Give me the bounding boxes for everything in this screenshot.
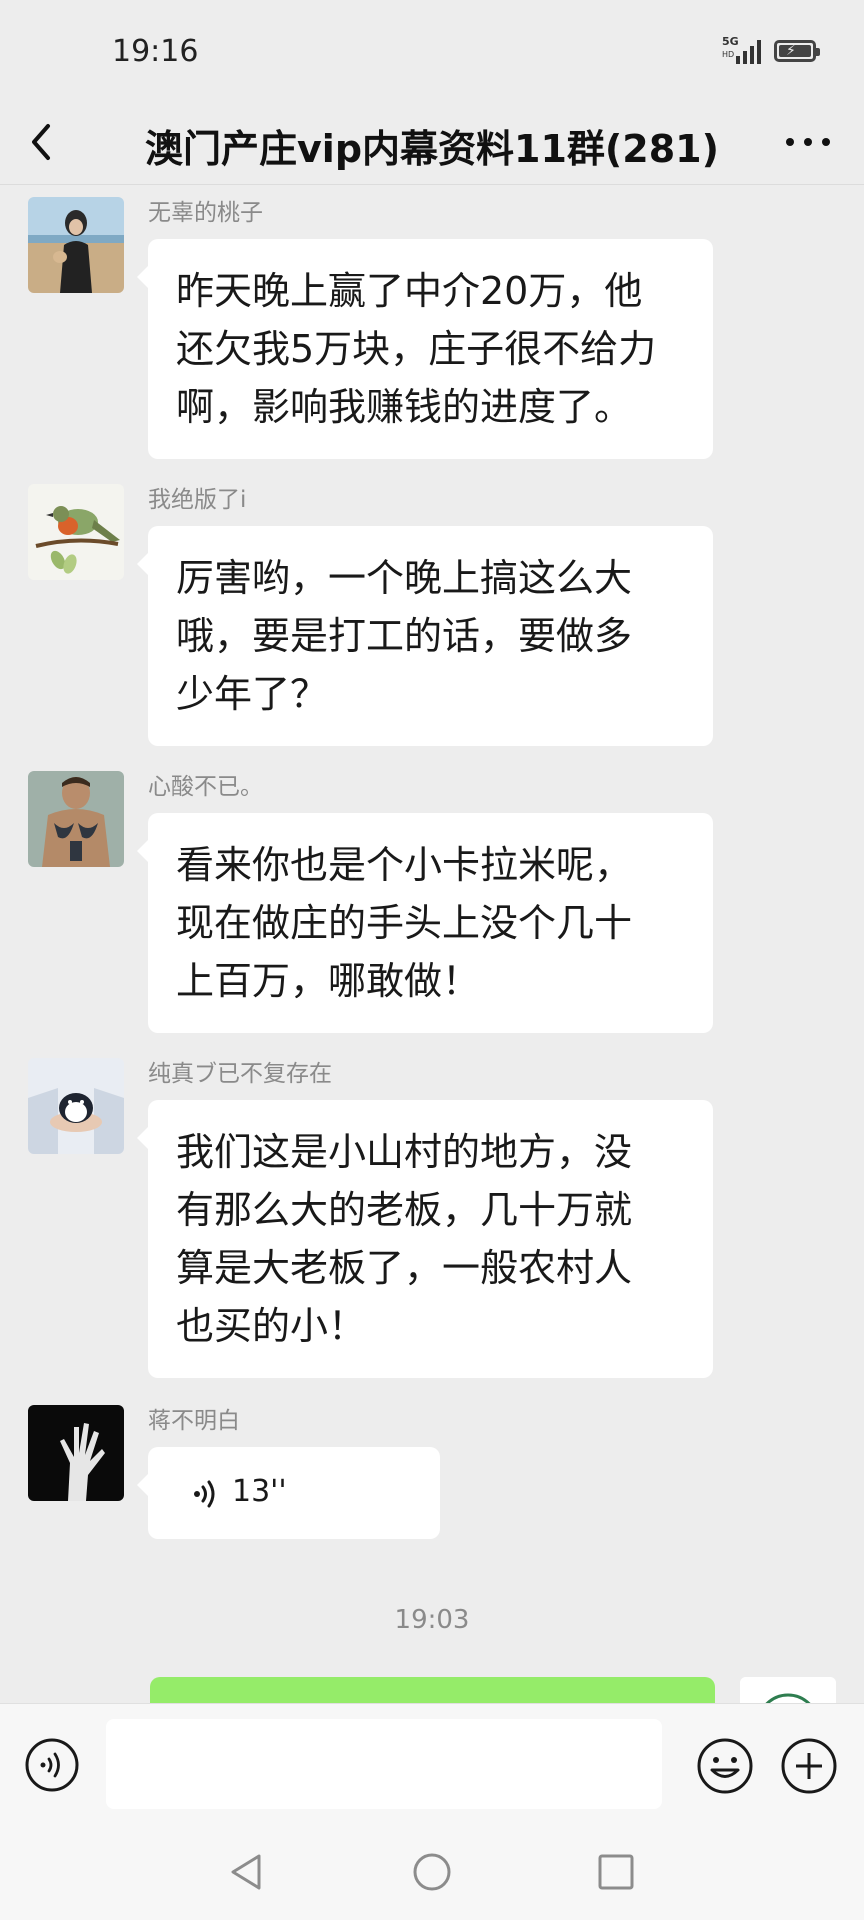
- message-line: 厉害哟，一个晚上搞这么大: [176, 556, 633, 600]
- message-line: 昨天晚上赢了中介20万，他: [176, 269, 643, 313]
- chevron-left-icon: [32, 124, 50, 160]
- system-nav-bar: [0, 1824, 864, 1920]
- chat-header: 澳门产庄vip内幕资料11群(281): [0, 104, 864, 185]
- message-line: 算是大老板了，一般农村人: [176, 1246, 633, 1290]
- back-button[interactable]: [26, 112, 86, 172]
- voice-message-bubble[interactable]: 13'': [137, 1447, 440, 1539]
- status-bar: 19:16 5G HD ⚡: [0, 0, 864, 104]
- self-message-bubble[interactable]: [150, 1677, 715, 1703]
- network-sub-label: HD: [722, 50, 735, 59]
- square-recents-icon: [598, 1854, 634, 1890]
- sender-name: 纯真ブ已不复存在: [148, 1061, 332, 1087]
- voice-duration: 13'': [232, 1474, 287, 1509]
- circle-home-icon: [413, 1853, 451, 1891]
- system-back-button[interactable]: [225, 1850, 269, 1894]
- voice-icon: [25, 1738, 79, 1792]
- battery-charging-icon: ⚡: [774, 40, 820, 62]
- smiley-icon: [697, 1738, 753, 1794]
- status-time: 19:16: [112, 34, 199, 69]
- sender-name: 我绝版了i: [148, 487, 247, 513]
- hand-silhouette-avatar[interactable]: [28, 1405, 124, 1501]
- message-line: 我们这是小山村的地方，没: [176, 1130, 633, 1174]
- message-line: 上百万，哪敢做！: [176, 959, 481, 1003]
- sender-name: 无辜的桃子: [148, 200, 263, 226]
- more-dots-icon: [786, 138, 830, 146]
- message-line: 有那么大的老板，几十万就: [176, 1188, 633, 1232]
- self-avatar[interactable]: [740, 1677, 836, 1703]
- plus-icon: [781, 1738, 837, 1794]
- system-recents-button[interactable]: [594, 1850, 638, 1894]
- more-button[interactable]: [778, 112, 838, 172]
- message-line: 啊，影响我赚钱的进度了。: [176, 385, 633, 429]
- message-line: 还欠我5万块，庄子很不给力: [176, 327, 657, 371]
- message-line: 现在做庄的手头上没个几十: [176, 901, 633, 945]
- signal-icon: 5G HD: [722, 36, 762, 66]
- message-list[interactable]: 无辜的桃子 昨天晚上赢了中介20万，他 还欠我5万块，庄子很不给力 啊，影响我赚…: [0, 185, 864, 1703]
- message-bubble[interactable]: 昨天晚上赢了中介20万，他 还欠我5万块，庄子很不给力 啊，影响我赚钱的进度了。: [137, 239, 713, 459]
- emoji-button[interactable]: [696, 1737, 754, 1795]
- chat-title: 澳门产庄vip内幕资料11群(281): [145, 127, 719, 171]
- message-line: 哦，要是打工的话，要做多: [176, 614, 633, 658]
- tattooed-man-avatar[interactable]: [28, 771, 124, 867]
- sender-name: 蒋不明白: [148, 1408, 240, 1434]
- beach-person-avatar[interactable]: [28, 197, 124, 293]
- message-line: 看来你也是个小卡拉米呢，: [176, 843, 633, 887]
- system-home-button[interactable]: [410, 1850, 454, 1894]
- message-bubble[interactable]: 厉害哟，一个晚上搞这么大 哦，要是打工的话，要做多 少年了？: [137, 526, 713, 746]
- more-functions-button[interactable]: [780, 1737, 838, 1795]
- message-line: 也买的小！: [176, 1304, 367, 1348]
- triangle-back-icon: [231, 1854, 261, 1890]
- voice-input-button[interactable]: [24, 1737, 80, 1793]
- hands-holding-toy-avatar[interactable]: [28, 1058, 124, 1154]
- input-bar: [0, 1703, 864, 1825]
- sender-name: 心酸不已。: [148, 774, 263, 800]
- voice-wave-icon: [194, 1480, 215, 1508]
- message-input[interactable]: [106, 1719, 662, 1809]
- message-line: 少年了？: [176, 672, 329, 716]
- message-bubble[interactable]: 我们这是小山村的地方，没 有那么大的老板，几十万就 算是大老板了，一般农村人 也…: [137, 1100, 713, 1378]
- bird-avatar[interactable]: [28, 484, 124, 580]
- message-bubble[interactable]: 看来你也是个小卡拉米呢， 现在做庄的手头上没个几十 上百万，哪敢做！: [137, 813, 713, 1033]
- time-divider: 19:03: [394, 1605, 470, 1635]
